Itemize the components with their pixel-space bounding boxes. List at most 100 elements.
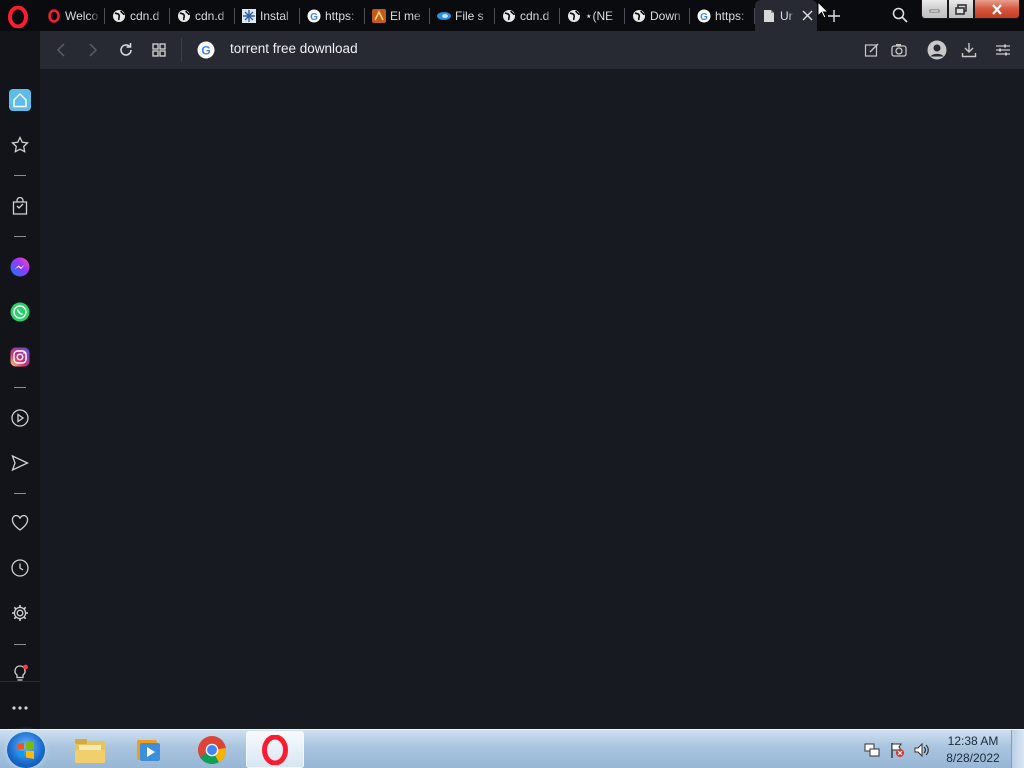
sidebar-divider [14, 387, 26, 388]
instagram-icon[interactable] [8, 345, 32, 369]
tab[interactable]: File s [430, 0, 495, 31]
show-desktop-button[interactable] [1011, 730, 1024, 768]
minimize-icon [929, 9, 940, 13]
tab-snapshot-button[interactable] [149, 40, 169, 60]
snowflake-icon [242, 8, 256, 23]
tab[interactable]: G https: [690, 0, 755, 31]
tab-title: https: [325, 8, 355, 23]
tab[interactable]: Down [625, 0, 690, 31]
opera-icon[interactable] [246, 731, 304, 768]
tab[interactable]: Welco [40, 0, 105, 31]
tab-search-button[interactable] [890, 5, 910, 25]
tab-title: Down [650, 8, 681, 23]
maximize-button[interactable] [948, 0, 974, 19]
tab-title: File s [455, 8, 484, 23]
snapshot-button[interactable] [889, 40, 909, 60]
back-arrow-icon [56, 43, 65, 57]
globe-icon [632, 9, 646, 23]
close-window-button[interactable] [974, 0, 1020, 19]
tab[interactable]: ⋆(NE [560, 0, 625, 31]
google-icon[interactable]: G [197, 41, 215, 59]
system-clock[interactable]: 12:38 AM 8/28/2022 [940, 733, 1006, 767]
forward-button[interactable] [83, 40, 103, 60]
clock-date: 8/28/2022 [946, 751, 1000, 765]
divider [181, 38, 182, 62]
edit-button[interactable] [862, 40, 882, 60]
tab[interactable]: cdn.d [105, 0, 170, 31]
restore-icon [955, 3, 967, 15]
document-icon [762, 9, 776, 23]
chrome-icon[interactable] [183, 731, 241, 768]
grid-icon [152, 43, 166, 57]
settings-sliders-icon [996, 44, 1010, 56]
bookmark-star-icon[interactable] [8, 133, 32, 157]
tab-title: Welco [65, 8, 99, 23]
globe-icon [177, 9, 191, 23]
tab[interactable]: cdn.d [495, 0, 560, 31]
globe-icon [567, 9, 581, 23]
sidebar [0, 69, 40, 729]
tab-title: El me [390, 8, 421, 23]
network-icon[interactable] [864, 742, 880, 758]
tab-title: cdn.d [130, 8, 160, 23]
back-button[interactable] [51, 40, 71, 60]
tab-title: cdn.d [520, 8, 550, 23]
downloads-button[interactable] [959, 40, 979, 60]
google-icon: G [697, 9, 711, 23]
volume-icon[interactable] [914, 742, 930, 758]
close-tab-icon[interactable] [800, 9, 814, 23]
tab-title: ⋆(NE [585, 8, 614, 23]
start-orb-icon[interactable] [7, 732, 45, 768]
close-icon [992, 3, 1002, 15]
download-icon [961, 43, 977, 58]
action-center-flag-icon[interactable] [889, 742, 905, 758]
player-icon[interactable] [8, 406, 32, 430]
history-clock-icon[interactable] [8, 556, 32, 580]
reload-button[interactable] [116, 40, 136, 60]
page-viewport[interactable] [40, 69, 1024, 729]
taskbar: 12:38 AM 8/28/2022 [0, 729, 1024, 768]
camera-icon [891, 44, 907, 57]
edit-icon [864, 43, 879, 57]
address-input[interactable]: torrent free download [230, 41, 358, 56]
tab[interactable]: G https: [300, 0, 365, 31]
sidebar-divider [0, 681, 40, 682]
system-tray [864, 730, 939, 768]
clock-time: 12:38 AM [947, 734, 999, 748]
profile-button[interactable] [926, 39, 948, 61]
more-icon[interactable] [8, 696, 32, 720]
send-icon[interactable] [8, 451, 32, 475]
minimize-button[interactable] [921, 0, 948, 19]
window-controls [921, 0, 1020, 20]
messenger-icon[interactable] [8, 255, 32, 279]
tab[interactable]: Instal [235, 0, 300, 31]
svg-text:G: G [201, 44, 210, 58]
home-icon[interactable] [9, 89, 31, 111]
tab-list: Welco cdn.d cdn.d Instal G https: El me … [40, 0, 817, 31]
globe-icon [112, 9, 126, 23]
reload-icon [120, 43, 132, 56]
tab-title: https: [715, 8, 745, 23]
tab[interactable]: El me [365, 0, 430, 31]
whatsapp-icon[interactable] [8, 300, 32, 324]
tab[interactable]: cdn.d [170, 0, 235, 31]
mouse-cursor-icon [817, 1, 829, 19]
shopping-bag-icon[interactable] [8, 194, 32, 218]
tab-strip: Welco cdn.d cdn.d Instal G https: El me … [0, 0, 1024, 31]
tab-title: Ur [780, 8, 793, 23]
opera-menu-icon[interactable] [7, 6, 29, 28]
plus-icon [828, 10, 840, 22]
settings-gear-icon[interactable] [8, 601, 32, 625]
tab-active[interactable]: Ur [755, 0, 817, 31]
sidebar-divider [14, 236, 26, 237]
forward-arrow-icon [89, 43, 98, 57]
avatar-icon [927, 40, 947, 60]
opera-icon [47, 8, 61, 23]
file-explorer-icon[interactable] [61, 731, 119, 768]
globe-icon [502, 9, 516, 23]
svg-text:G: G [700, 12, 708, 23]
heart-icon[interactable] [8, 511, 32, 535]
toolbar: G torrent free download [40, 31, 1024, 69]
easy-setup-button[interactable] [993, 40, 1013, 60]
media-player-icon[interactable] [120, 731, 178, 768]
